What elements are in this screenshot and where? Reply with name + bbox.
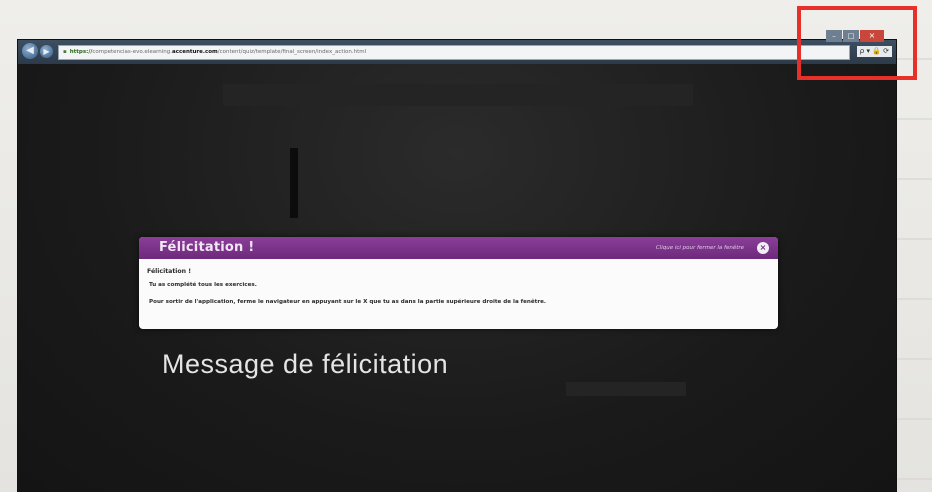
congratulation-dialog: Félicitation ! Clique ici pour fermer la… [139, 237, 778, 329]
monitor-screen: ◀ ▶ ▪ https://competencias-evo.elearning.… [18, 40, 896, 492]
dialog-message-line: Pour sortir de l'application, ferme le n… [149, 299, 547, 305]
url-host: competencias-evo.elearning. [92, 49, 172, 55]
forward-arrow-icon[interactable]: ▶ [40, 45, 53, 58]
back-arrow-icon[interactable]: ◀ [22, 43, 38, 59]
dialog-close-hint[interactable]: Clique ici pour fermer la fenêtre [656, 237, 744, 259]
url-scheme: https:// [69, 49, 93, 55]
caption-text: Message de félicitation [162, 349, 449, 379]
close-icon[interactable]: × [757, 242, 769, 254]
browser-toolbar: ◀ ▶ ▪ https://competencias-evo.elearning.… [18, 40, 896, 64]
dialog-message-line: Tu as complété tous les exercices. [149, 282, 257, 288]
dialog-header: Félicitation ! Clique ici pour fermer la… [139, 237, 778, 259]
dialog-title: Félicitation ! [159, 240, 255, 255]
dialog-heading: Félicitation ! [147, 268, 192, 275]
url-domain: accenture.com [172, 49, 218, 55]
background-bar [290, 148, 298, 218]
dialog-body: Félicitation ! Tu as complété tous les e… [147, 268, 770, 305]
address-bar[interactable]: ▪ https://competencias-evo.elearning.acce… [58, 45, 850, 60]
highlight-rectangle [797, 6, 917, 80]
site-favicon-icon: ▪ [63, 49, 67, 55]
url-path: /content/quiz/template/final_screen/inde… [217, 49, 367, 55]
background-panel [566, 382, 686, 396]
background-panel [223, 84, 693, 106]
